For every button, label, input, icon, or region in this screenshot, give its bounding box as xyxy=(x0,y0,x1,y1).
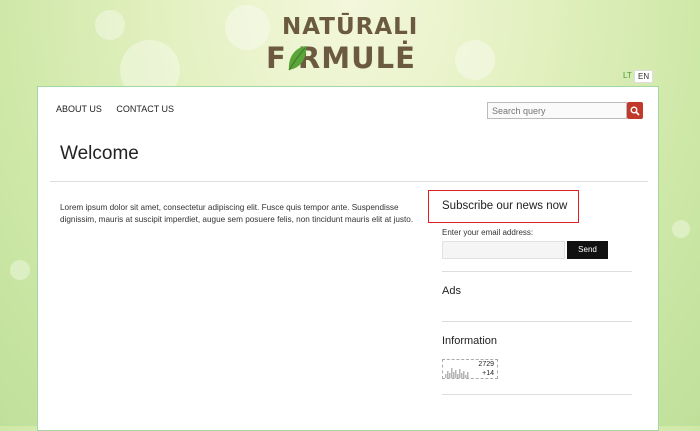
nav-contact-us[interactable]: CONTACT US xyxy=(116,104,174,114)
title-divider xyxy=(50,181,648,182)
search-button[interactable] xyxy=(627,102,643,119)
search-input[interactable] xyxy=(487,102,627,119)
sidebar-divider xyxy=(442,321,632,322)
visitor-counter[interactable]: 2729 +14 xyxy=(442,359,498,379)
bokeh-decor xyxy=(672,220,690,238)
email-label: Enter your email address: xyxy=(442,228,534,237)
counter-total: 2729 xyxy=(478,361,494,368)
subscribe-title: Subscribe our news now xyxy=(442,200,568,212)
lang-lt[interactable]: LT xyxy=(620,70,635,81)
information-title: Information xyxy=(442,335,498,347)
search-bar xyxy=(487,102,643,119)
leaf-icon xyxy=(288,46,307,71)
email-field[interactable] xyxy=(442,241,565,259)
sidebar-divider xyxy=(442,394,632,395)
search-icon xyxy=(630,106,640,116)
bokeh-decor xyxy=(10,260,30,280)
page-body: Lorem ipsum dolor sit amet, consectetur … xyxy=(60,203,414,224)
ads-title: Ads xyxy=(442,285,461,297)
counter-today: +14 xyxy=(482,370,494,377)
main-nav: ABOUT US CONTACT US xyxy=(56,104,186,114)
nav-about-us[interactable]: ABOUT US xyxy=(56,104,102,114)
brand-logo[interactable]: NATŪRALI F RMULĖ xyxy=(262,14,438,75)
bokeh-decor xyxy=(95,10,125,40)
brand-line-1: NATŪRALI xyxy=(282,14,419,40)
page-title: Welcome xyxy=(60,143,139,164)
bokeh-decor xyxy=(455,40,495,80)
lang-en[interactable]: EN xyxy=(634,70,654,83)
counter-graph-icon xyxy=(445,368,469,378)
send-button[interactable]: Send xyxy=(567,241,608,259)
content-panel: ABOUT US CONTACT US Welcome Lorem ipsum … xyxy=(37,86,659,431)
sidebar-divider xyxy=(442,271,632,272)
